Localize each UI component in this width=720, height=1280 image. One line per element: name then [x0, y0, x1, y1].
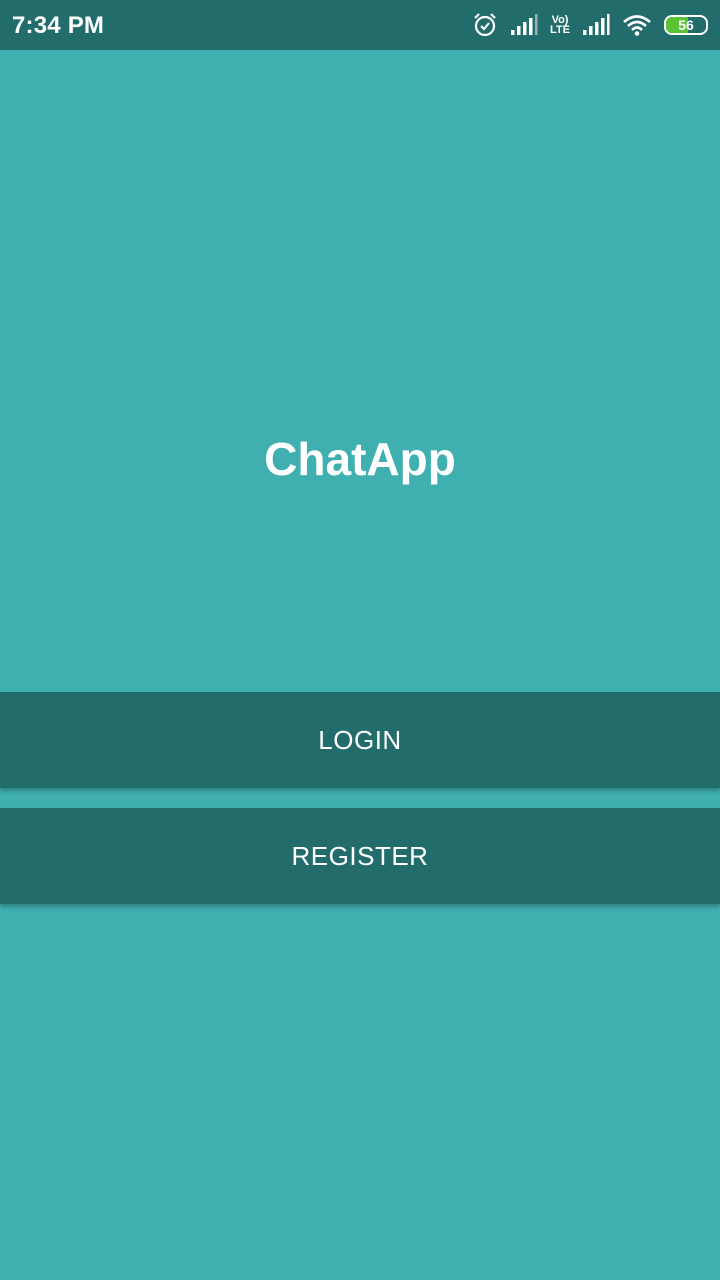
battery: 56 [664, 15, 708, 35]
battery-icon: 56 [664, 15, 708, 35]
wifi-icon [622, 14, 652, 36]
signal-icon [510, 14, 538, 36]
status-time: 7:34 PM [12, 12, 105, 39]
signal-icon [582, 14, 610, 36]
status-bar: 7:34 PM Vo) LTE 56 [0, 0, 720, 50]
login-button[interactable]: LOGIN [0, 692, 720, 788]
lte-label: LTE [550, 24, 570, 36]
app-title: ChatApp [264, 433, 456, 485]
register-button[interactable]: REGISTER [0, 808, 720, 904]
battery-level: 56 [678, 17, 694, 33]
app-screen: 7:34 PM Vo) LTE 56 ChatApp LOGIN REGISTE… [0, 0, 720, 1280]
status-icons: Vo) LTE 56 [472, 10, 708, 40]
alarm-icon [472, 12, 498, 38]
volte-icon: Vo) LTE [550, 15, 570, 36]
